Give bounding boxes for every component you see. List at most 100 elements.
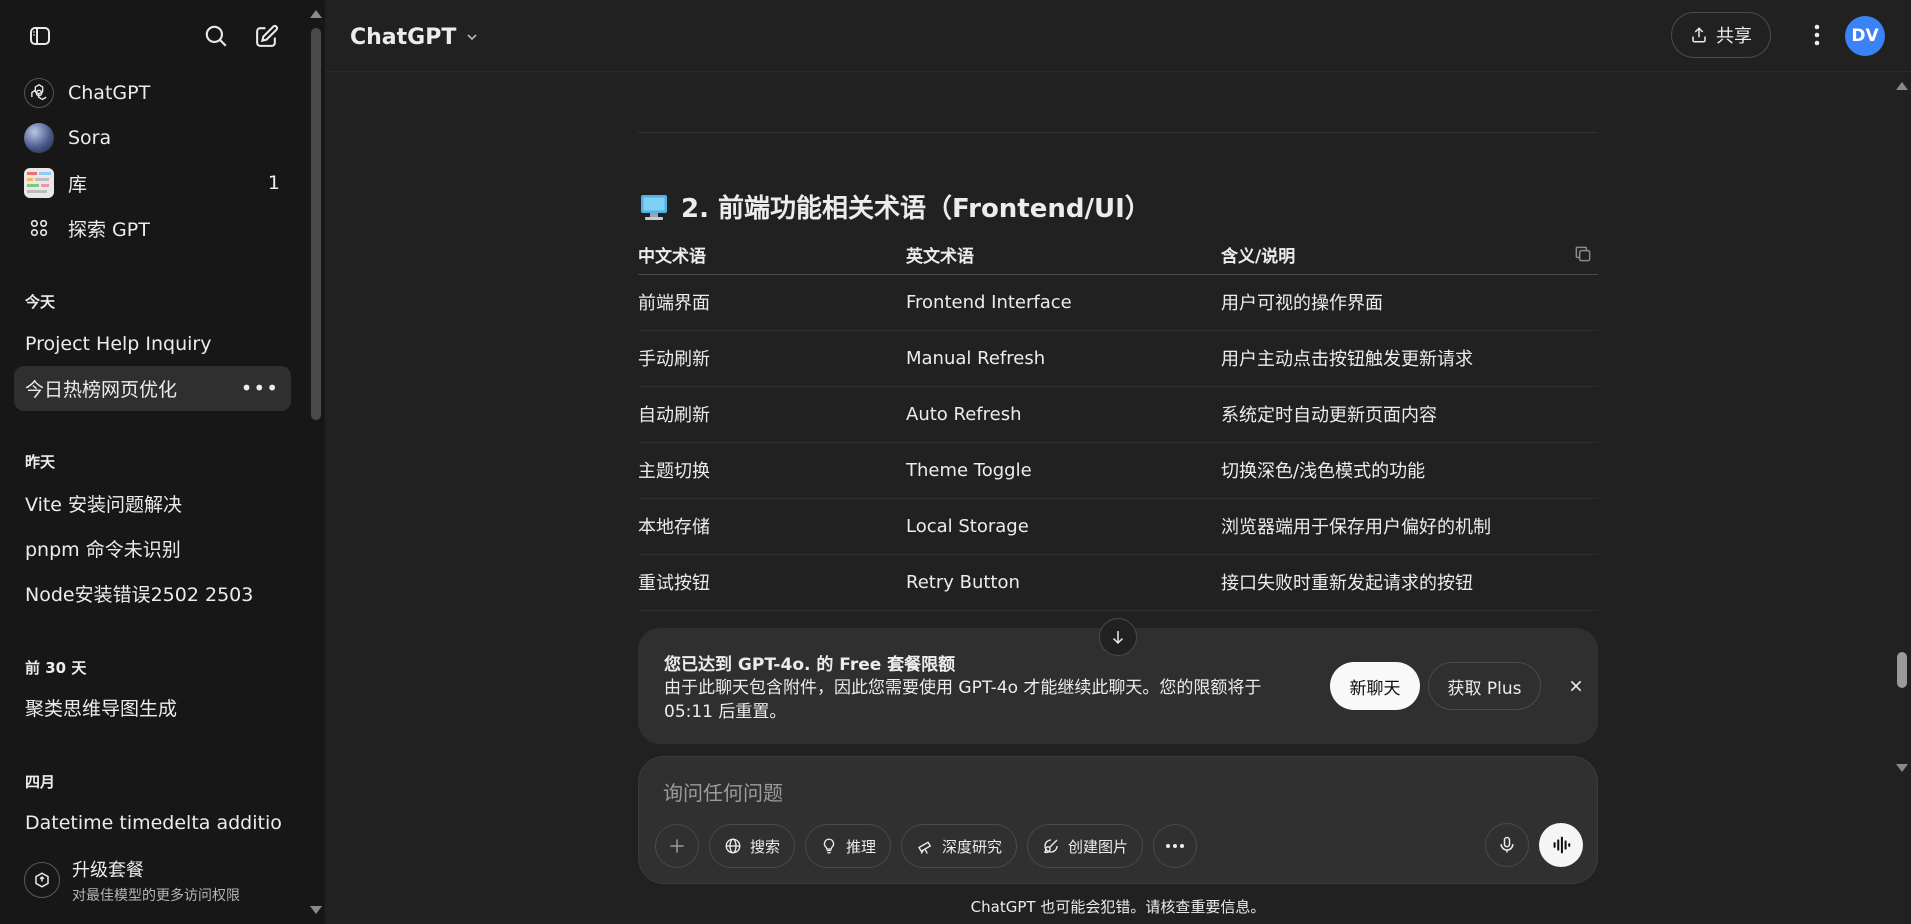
prompt-input[interactable]: 询问任何问题 — [663, 777, 783, 806]
new-chat-cta-button[interactable]: 新聊天 — [1330, 662, 1420, 710]
library-thumbnail-icon — [24, 168, 54, 198]
table-cell: 本地存储 — [638, 498, 906, 555]
toggle-sidebar-button[interactable] — [20, 16, 60, 56]
chat-history-item[interactable]: Node安装错误2502 2503 — [14, 571, 291, 616]
table-cell: Manual Refresh — [906, 330, 1221, 387]
chat-history-item[interactable]: Vite 安装问题解决 — [14, 481, 291, 526]
voice-mode-button[interactable] — [1539, 823, 1583, 867]
sidebar-item-sora[interactable]: Sora — [14, 116, 290, 160]
chat-title: 今日热榜网页优化 — [25, 379, 178, 401]
more-tools-button[interactable] — [1153, 824, 1198, 868]
terms-table: 中文术语 英文术语 含义/说明 前端界面 Frontend Interface … — [638, 236, 1598, 611]
column-header: 中文术语 — [638, 236, 906, 275]
more-options-button[interactable] — [1797, 14, 1837, 56]
chat-title: 聚类思维导图生成 — [25, 698, 178, 720]
sidebar-item-chatgpt[interactable]: ChatGPT — [14, 71, 290, 115]
scroll-up-arrow-icon[interactable] — [310, 10, 322, 18]
tool-label: 创建图片 — [1068, 837, 1129, 856]
divider — [638, 132, 1598, 133]
limit-message: 由于此聊天包含附件，因此您需要使用 GPT-4o 才能继续此聊天。您的限额将于 … — [664, 678, 1262, 722]
scroll-down-arrow-icon[interactable] — [310, 906, 322, 914]
sidebar-item-label: Sora — [68, 127, 112, 149]
chat-title: Vite 安装问题解决 — [25, 494, 183, 516]
library-count-badge: 1 — [267, 172, 280, 194]
limit-title: 您已达到 GPT-4o. 的 Free 套餐限额 — [664, 655, 956, 675]
table-cell: 前端界面 — [638, 274, 906, 331]
scrollbar-thumb[interactable] — [1897, 652, 1907, 688]
microphone-icon — [1500, 836, 1514, 853]
table-cell: 接口失败时重新发起请求的按钮 — [1221, 554, 1598, 611]
chat-title: pnpm 命令未识别 — [25, 539, 181, 561]
table-cell: 重试按钮 — [638, 554, 906, 611]
table-cell: 系统定时自动更新页面内容 — [1221, 386, 1598, 443]
composer-toolbar: 搜索 推理 深度研究 创建图片 — [655, 823, 1207, 869]
grid-dots-icon — [24, 213, 54, 243]
create-image-tool-button[interactable]: 创建图片 — [1027, 824, 1144, 868]
table-cell: 手动刷新 — [638, 330, 906, 387]
sidebar-scrollbar[interactable] — [306, 0, 325, 924]
model-selector[interactable]: ChatGPT — [342, 17, 488, 57]
chat-history-item[interactable]: 聚类思维导图生成 — [14, 685, 291, 730]
table-row: 本地存储 Local Storage 浏览器端用于保存用户偏好的机制 — [638, 498, 1598, 555]
sidebar-item-library[interactable]: 库 1 — [14, 161, 290, 205]
get-plus-button[interactable]: 获取 Plus — [1428, 662, 1541, 710]
chat-history-item[interactable]: Project Help Inquiry — [14, 321, 291, 366]
chat-history-item[interactable]: pnpm 命令未识别 — [14, 526, 291, 571]
table-cell: Frontend Interface — [906, 274, 1221, 331]
message-composer[interactable]: 询问任何问题 搜索 推理 深度研究 创建图片 — [638, 756, 1598, 884]
main-panel: ChatGPT 共享 DV 2. 前端功能相关术语（Frontend/UI） 中… — [325, 0, 1911, 924]
chat-options-icon[interactable]: ••• — [241, 376, 279, 400]
table-cell: 浏览器端用于保存用户偏好的机制 — [1221, 498, 1598, 555]
scrollbar-thumb[interactable] — [311, 28, 321, 420]
openai-logo-icon — [24, 78, 54, 108]
table-cell: Retry Button — [906, 554, 1221, 611]
section-title-yesterday: 昨天 — [25, 453, 56, 471]
upgrade-plan-button[interactable]: 升级套餐 对最佳模型的更多访问权限 — [14, 848, 290, 912]
scroll-up-arrow-icon[interactable] — [1896, 82, 1908, 90]
table-cell: Auto Refresh — [906, 386, 1221, 443]
new-chat-button[interactable] — [246, 16, 286, 56]
table-cell: Local Storage — [906, 498, 1221, 555]
column-header: 含义/说明 — [1221, 236, 1598, 275]
chat-history-item[interactable]: Datetime timedelta additio — [14, 800, 291, 845]
share-button[interactable]: 共享 — [1671, 12, 1771, 58]
search-chats-button[interactable] — [196, 16, 236, 56]
main-scrollbar[interactable] — [1892, 72, 1911, 924]
table-row: 主题切换 Theme Toggle 切换深色/浅色模式的功能 — [638, 442, 1598, 499]
chevron-down-icon — [467, 34, 477, 41]
plus-icon — [670, 839, 684, 853]
section-title-april: 四月 — [25, 773, 56, 791]
reason-tool-button[interactable]: 推理 — [805, 824, 892, 868]
table-row: 手动刷新 Manual Refresh 用户主动点击按钮触发更新请求 — [638, 330, 1598, 387]
dismiss-banner-button[interactable] — [1558, 668, 1594, 704]
table-row: 重试按钮 Retry Button 接口失败时重新发起请求的按钮 — [638, 554, 1598, 611]
compose-icon — [255, 24, 278, 47]
sidebar-item-explore-gpts[interactable]: 探索 GPT — [14, 206, 290, 250]
heading-text: 2. 前端功能相关术语（Frontend/UI） — [681, 194, 1151, 224]
attach-button[interactable] — [655, 824, 699, 868]
avatar[interactable]: DV — [1845, 16, 1885, 56]
section-title-today: 今天 — [25, 293, 56, 311]
section-heading: 2. 前端功能相关术语（Frontend/UI） — [639, 188, 1151, 225]
table-header-row: 中文术语 英文术语 含义/说明 — [638, 236, 1598, 275]
close-icon — [1570, 680, 1582, 692]
search-tool-button[interactable]: 搜索 — [709, 824, 796, 868]
upgrade-subtitle: 对最佳模型的更多访问权限 — [72, 887, 240, 904]
telescope-icon — [918, 841, 932, 854]
tool-label: 推理 — [846, 837, 877, 856]
table-row: 自动刷新 Auto Refresh 系统定时自动更新页面内容 — [638, 386, 1598, 443]
deep-research-tool-button[interactable]: 深度研究 — [901, 824, 1018, 868]
table-row: 前端界面 Frontend Interface 用户可视的操作界面 — [638, 274, 1598, 331]
table-cell: 自动刷新 — [638, 386, 906, 443]
horizontal-dots-icon — [1166, 844, 1185, 848]
column-header: 英文术语 — [906, 236, 1221, 275]
tool-label: 深度研究 — [942, 837, 1003, 856]
scroll-to-bottom-button[interactable] — [1099, 618, 1137, 656]
vertical-dots-icon — [1814, 24, 1820, 46]
section-title-last-30-days: 前 30 天 — [25, 659, 87, 677]
scroll-down-arrow-icon[interactable] — [1896, 764, 1908, 772]
table-cell: 主题切换 — [638, 442, 906, 499]
dictate-button[interactable] — [1485, 823, 1529, 867]
sora-orb-icon — [24, 123, 54, 153]
chat-history-item-active[interactable]: 今日热榜网页优化 ••• — [14, 366, 291, 411]
